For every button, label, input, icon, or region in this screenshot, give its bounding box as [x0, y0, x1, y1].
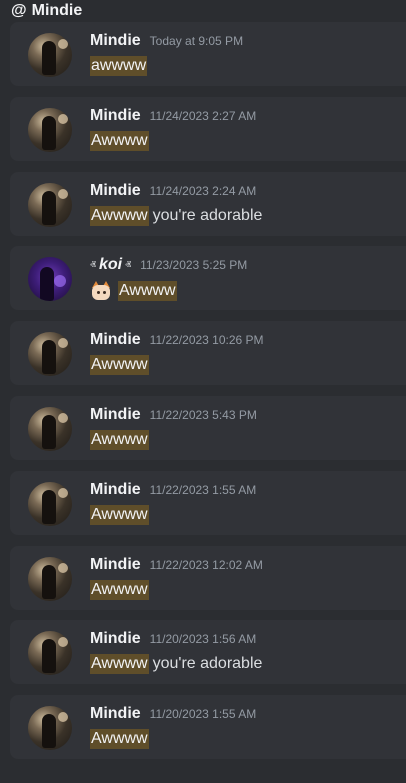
search-result-message[interactable]: Mindie 11/20/2023 1:56 AM Awwww you're a… — [10, 620, 406, 685]
timestamp: 11/20/2023 1:55 AM — [149, 707, 257, 722]
avatar[interactable] — [28, 33, 72, 77]
avatar[interactable] — [28, 107, 72, 152]
username[interactable]: Mindie — [90, 556, 141, 574]
search-result-message[interactable]: Mindie 11/24/2023 2:27 AM Awwww — [10, 96, 406, 161]
username[interactable]: Mindie — [90, 481, 141, 499]
message-content: Awwww you're adorable — [90, 205, 263, 226]
message-content: Awwww — [90, 579, 149, 600]
name-decoration-right: ⱏ — [125, 258, 132, 273]
timestamp: 11/22/2023 1:55 AM — [149, 482, 257, 497]
search-highlight: Awwww — [90, 504, 149, 525]
message-content: Awwww — [90, 130, 149, 151]
search-highlight: Awwww — [90, 654, 149, 675]
avatar[interactable] — [28, 332, 72, 377]
search-result-message[interactable]: Mindie 11/22/2023 5:43 PM Awwww — [10, 395, 406, 460]
search-highlight: Awwww — [90, 130, 149, 151]
username[interactable]: Mindie — [90, 107, 141, 125]
mention-icon: @ — [11, 2, 27, 19]
search-highlight: awwww — [90, 56, 148, 76]
search-result-message[interactable]: Mindie 11/22/2023 1:55 AM Awwww — [10, 470, 406, 535]
message-text: you're adorable — [152, 206, 263, 224]
message-content: Awwww — [90, 280, 177, 302]
message-text: you're adorable — [152, 655, 263, 673]
search-result-message[interactable]: Mindie 11/22/2023 10:26 PM Awwww — [10, 321, 406, 386]
timestamp: Today at 9:05 PM — [149, 34, 244, 48]
username[interactable]: Mindie — [90, 630, 141, 648]
search-result-message[interactable]: Mindie Today at 9:05 PM awwww — [10, 22, 406, 86]
search-results-list: Mindie Today at 9:05 PM awwww Mindie 11/… — [0, 22, 406, 760]
avatar[interactable] — [28, 257, 72, 302]
avatar[interactable] — [28, 182, 72, 227]
message-content: Awwww — [90, 429, 149, 450]
timestamp: 11/22/2023 5:43 PM — [149, 407, 257, 422]
cat-face-emoji-icon — [90, 280, 112, 302]
search-highlight: Awwww — [90, 205, 149, 226]
timestamp: 11/22/2023 12:02 AM — [149, 557, 263, 572]
message-content: awwww — [90, 56, 148, 76]
timestamp: 11/22/2023 10:26 PM — [149, 333, 264, 348]
username[interactable]: koi — [99, 256, 122, 274]
search-highlight: Awwww — [118, 281, 177, 302]
avatar[interactable] — [28, 631, 72, 676]
timestamp: 11/24/2023 2:24 AM — [149, 183, 257, 198]
timestamp: 11/24/2023 2:27 AM — [149, 108, 257, 123]
avatar[interactable] — [28, 706, 72, 751]
timestamp: 11/23/2023 5:25 PM — [140, 258, 248, 273]
username[interactable]: Mindie — [90, 331, 141, 349]
message-content: Awwww — [90, 504, 149, 525]
avatar[interactable] — [28, 556, 72, 601]
search-result-message[interactable]: Mindie 11/20/2023 1:55 AM Awwww — [10, 695, 406, 760]
name-decoration-left: ⱏ — [90, 258, 96, 273]
message-content: Awwww you're adorable — [90, 654, 263, 675]
search-highlight: Awwww — [90, 729, 149, 750]
username[interactable]: Mindie — [90, 32, 141, 50]
search-result-message[interactable]: Mindie 11/22/2023 12:02 AM Awwww — [10, 545, 406, 610]
search-highlight: Awwww — [90, 355, 149, 376]
header-title: Mindie — [31, 2, 83, 19]
message-content: Awwww — [90, 355, 149, 376]
search-result-message[interactable]: Mindie 11/24/2023 2:24 AM Awwww you're a… — [10, 171, 406, 236]
username[interactable]: Mindie — [90, 182, 141, 200]
message-content: Awwww — [90, 729, 149, 750]
username[interactable]: Mindie — [90, 705, 141, 723]
timestamp: 11/20/2023 1:56 AM — [149, 632, 257, 647]
search-highlight: Awwww — [90, 579, 149, 600]
search-results-header: @ Mindie — [0, 0, 406, 22]
search-highlight: Awwww — [90, 429, 149, 450]
avatar[interactable] — [28, 406, 72, 451]
username[interactable]: Mindie — [90, 406, 141, 424]
search-result-message[interactable]: ⱏ koi ⱏ 11/23/2023 5:25 PM Awwww — [10, 246, 406, 311]
avatar[interactable] — [28, 481, 72, 526]
